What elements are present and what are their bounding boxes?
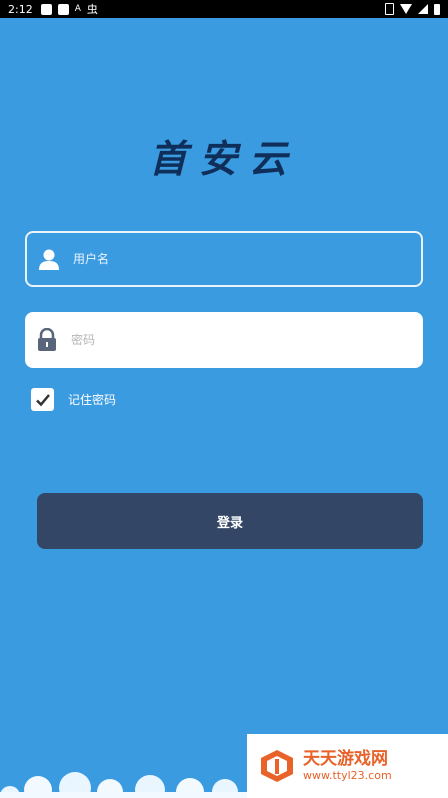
remember-checkbox[interactable] xyxy=(31,388,54,411)
username-input[interactable] xyxy=(73,233,421,285)
password-field[interactable] xyxy=(25,312,423,368)
notification-icon xyxy=(40,3,52,15)
user-icon xyxy=(37,247,61,271)
watermark: 天天游戏网 www.ttyl23.com xyxy=(247,734,448,798)
check-icon xyxy=(35,393,50,406)
battery-icon xyxy=(434,3,440,15)
login-button[interactable]: 登录 xyxy=(37,493,423,549)
password-input[interactable] xyxy=(71,312,423,368)
watermark-title: 天天游戏网 xyxy=(303,749,388,769)
status-bar: 2:12 A 虫 xyxy=(0,0,448,18)
status-right xyxy=(385,3,440,15)
notification-icon xyxy=(57,3,69,15)
vibrate-icon xyxy=(385,3,394,15)
clouds-decoration xyxy=(0,772,260,798)
remember-label: 记住密码 xyxy=(68,393,117,407)
status-time: 2:12 xyxy=(8,2,33,16)
signal-icon xyxy=(418,4,428,14)
username-field[interactable] xyxy=(25,231,423,287)
app-logo: 首安云 xyxy=(148,136,299,181)
wifi-icon xyxy=(400,4,412,14)
lock-icon xyxy=(35,327,59,352)
remember-password[interactable]: 记住密码 xyxy=(31,388,116,411)
notification-a-icon: A xyxy=(74,4,81,14)
bug-icon: 虫 xyxy=(86,3,98,16)
watermark-logo-icon xyxy=(261,750,293,782)
watermark-url: www.ttyl23.com xyxy=(303,769,392,782)
